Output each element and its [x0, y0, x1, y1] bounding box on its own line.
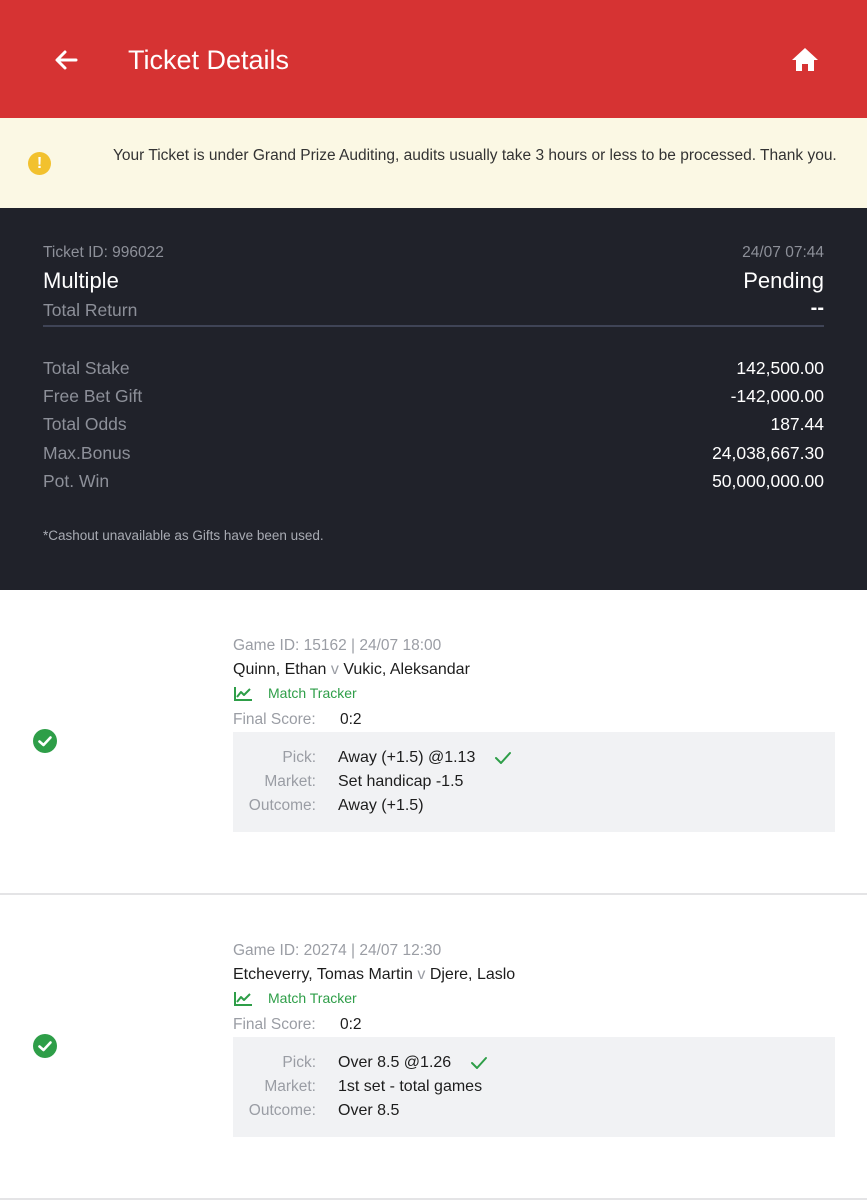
pick-label: Pick:	[282, 1054, 316, 1071]
final-score-value: 0:2	[340, 711, 362, 728]
back-button[interactable]	[50, 44, 82, 76]
check-circle-icon	[33, 1034, 57, 1058]
pick-value: Away (+1.5) @1.13	[338, 749, 512, 767]
outcome-value: Over 8.5	[338, 1102, 400, 1119]
divider	[43, 325, 824, 327]
ticket-type: Multiple	[43, 268, 119, 293]
market-label: Market:	[264, 773, 316, 790]
home-team: Quinn, Ethan	[233, 661, 327, 678]
pot-win-value: 50,000,000.00	[712, 471, 824, 491]
chart-line-icon	[234, 687, 252, 701]
home-icon	[792, 48, 818, 71]
away-team: Vukic, Aleksandar	[343, 661, 470, 678]
match-tracker-link[interactable]: Match Tracker	[233, 990, 373, 1008]
game-card: Game ID: 20274 | 24/07 12:30 Etcheverry,…	[0, 895, 867, 1200]
match-teams: Etcheverry, Tomas Martin v Djere, Laslo	[233, 966, 515, 984]
free-bet-gift-value: -142,000.00	[730, 386, 824, 406]
app-header: Ticket Details	[0, 0, 867, 118]
ticket-datetime: 24/07 07:44	[742, 244, 824, 261]
max-bonus-value: 24,038,667.30	[712, 443, 824, 463]
total-stake-label: Total Stake	[43, 358, 130, 378]
pick-details: Pick: Away (+1.5) @1.13 Market: Set hand…	[233, 732, 835, 832]
max-bonus-label: Max.Bonus	[43, 443, 131, 463]
game-card: Game ID: 15162 | 24/07 18:00 Quinn, Etha…	[0, 590, 867, 895]
total-return-label: Total Return	[43, 300, 138, 320]
pick-label: Pick:	[282, 749, 316, 766]
total-odds-value: 187.44	[770, 414, 824, 434]
match-tracker-label: Match Tracker	[268, 990, 357, 1006]
exclamation-circle-icon: !	[28, 152, 51, 175]
check-circle-icon	[33, 729, 57, 753]
pick-text: Over 8.5 @1.26	[338, 1054, 452, 1071]
versus-label: v	[417, 966, 426, 983]
final-score-label: Final Score:	[233, 711, 316, 728]
pick-text: Away (+1.5) @1.13	[338, 749, 476, 766]
home-button[interactable]	[789, 44, 821, 76]
total-odds-label: Total Odds	[43, 414, 127, 434]
market-value: 1st set - total games	[338, 1078, 483, 1095]
match-teams: Quinn, Ethan v Vukic, Aleksandar	[233, 661, 470, 679]
pick-value: Over 8.5 @1.26	[338, 1054, 488, 1072]
outcome-label: Outcome:	[248, 1102, 316, 1119]
ticket-id: Ticket ID: 996022	[43, 244, 164, 261]
check-icon	[470, 1056, 487, 1069]
check-icon	[494, 751, 511, 764]
notice-text: Your Ticket is under Grand Prize Auditin…	[113, 147, 837, 164]
ticket-status: Pending	[743, 268, 824, 293]
ticket-summary: Ticket ID: 996022 24/07 07:44 Multiple P…	[0, 208, 867, 590]
match-tracker-link[interactable]: Match Tracker	[233, 685, 373, 703]
match-tracker-label: Match Tracker	[268, 685, 357, 701]
total-stake-value: 142,500.00	[736, 358, 824, 378]
pick-details: Pick: Over 8.5 @1.26 Market: 1st set - t…	[233, 1037, 835, 1137]
final-score-label: Final Score:	[233, 1016, 316, 1033]
game-id: Game ID: 20274 | 24/07 12:30	[233, 942, 442, 959]
market-value: Set handicap -1.5	[338, 773, 464, 790]
cashout-note: *Cashout unavailable as Gifts have been …	[43, 528, 324, 543]
pot-win-label: Pot. Win	[43, 471, 110, 491]
chart-line-icon	[234, 992, 252, 1006]
arrow-left-icon	[55, 50, 78, 70]
outcome-label: Outcome:	[248, 797, 316, 814]
total-return-value: --	[810, 297, 824, 319]
page-title: Ticket Details	[128, 45, 290, 75]
market-label: Market:	[264, 1078, 316, 1095]
free-bet-gift-label: Free Bet Gift	[43, 386, 143, 406]
versus-label: v	[330, 661, 339, 678]
audit-notice: ! Your Ticket is under Grand Prize Audit…	[0, 118, 867, 208]
game-id: Game ID: 15162 | 24/07 18:00	[233, 637, 442, 654]
home-team: Etcheverry, Tomas Martin	[233, 966, 413, 983]
outcome-value: Away (+1.5)	[338, 797, 424, 814]
final-score-value: 0:2	[340, 1016, 362, 1033]
away-team: Djere, Laslo	[429, 966, 516, 983]
